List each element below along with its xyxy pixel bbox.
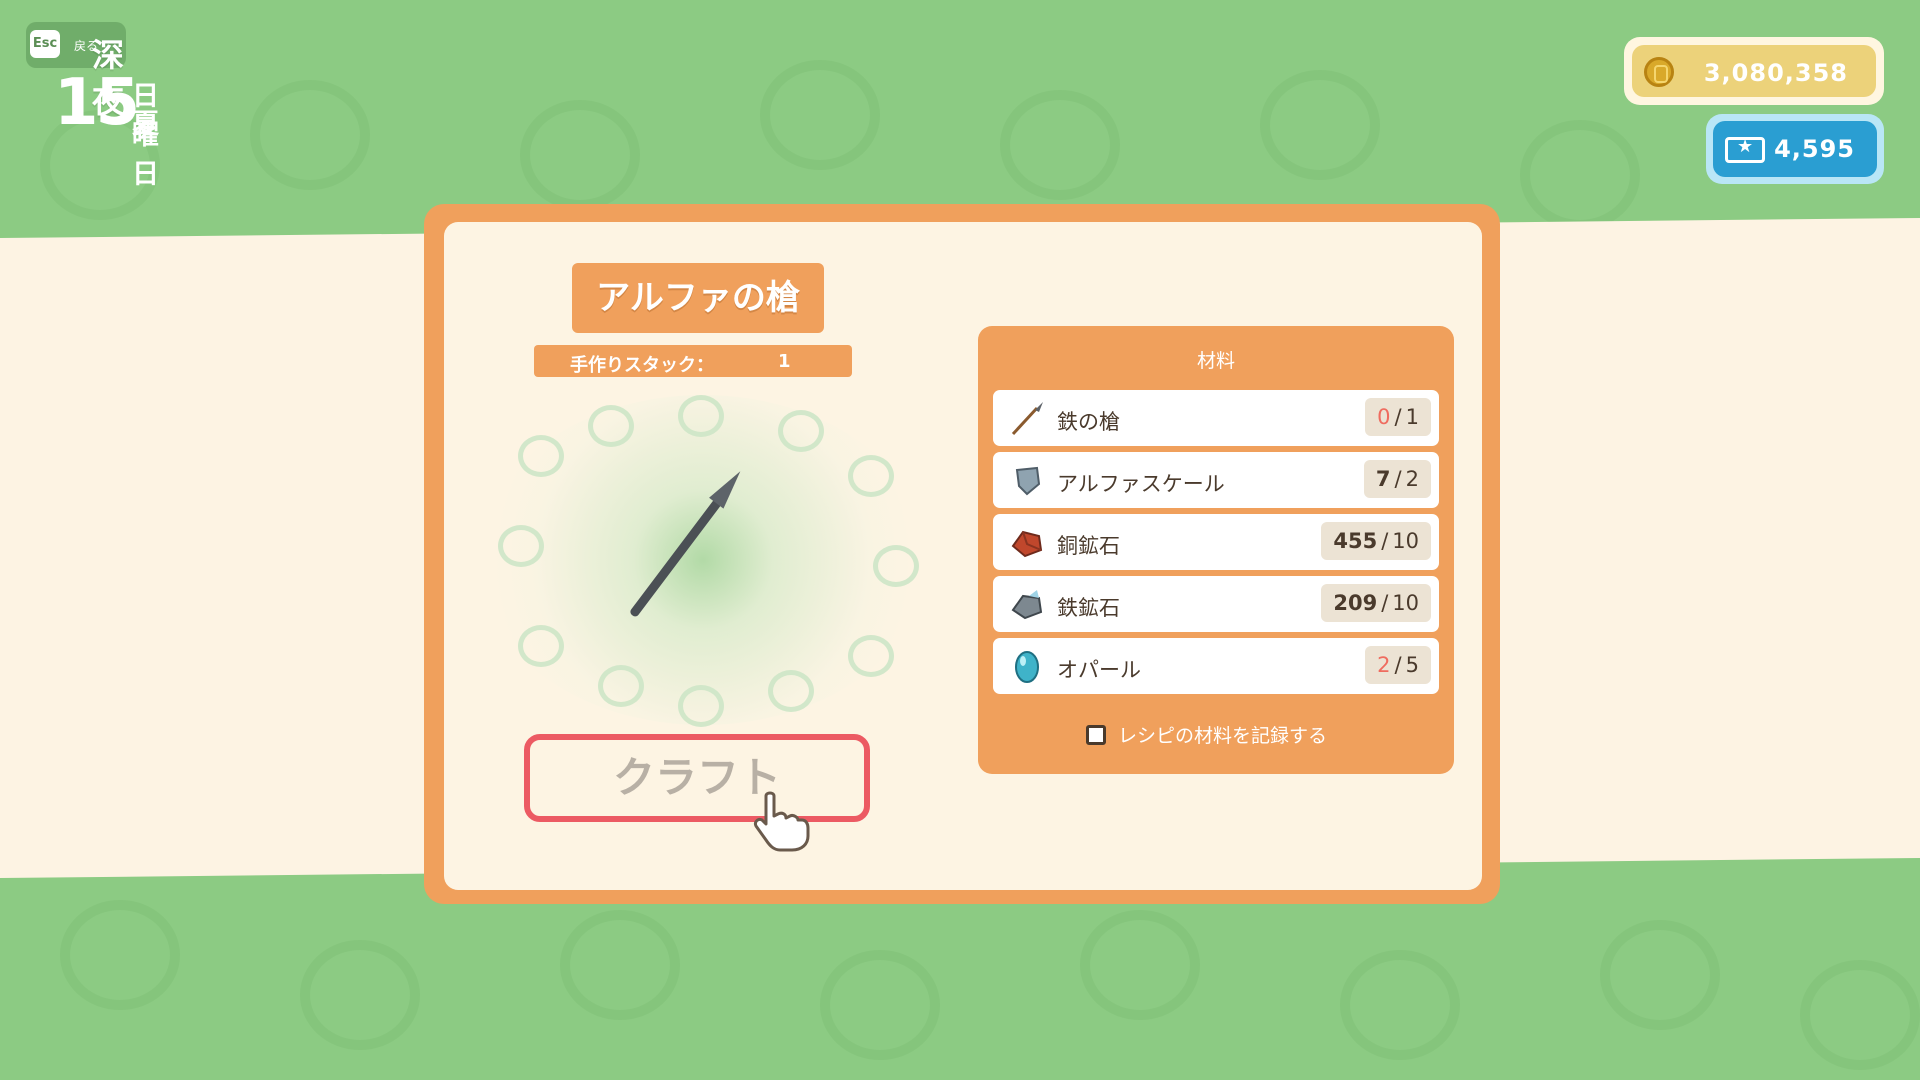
alpha-scale-icon: [1015, 466, 1041, 496]
gold-value: 3,080,358: [1703, 59, 1848, 87]
hand-cursor-icon: [754, 791, 810, 852]
ticket-value: 4,595: [1774, 135, 1855, 163]
gold-counter: 3,080,358: [1624, 37, 1884, 105]
craft-stack-bar: 手作りスタック： 1: [534, 345, 852, 377]
record-recipe-label: レシピの材料を記録する: [1118, 725, 1328, 747]
material-name: アルファスケール: [1057, 472, 1225, 496]
season: 夏: [132, 109, 159, 140]
material-row: 鉄の槍 0/1: [993, 390, 1439, 446]
material-count: 0/1: [1365, 398, 1431, 436]
material-name: 鉄の槍: [1057, 410, 1120, 434]
ticket-counter: 4,595: [1706, 114, 1884, 184]
material-row: アルファスケール 7/2: [993, 452, 1439, 508]
material-name: 銅鉱石: [1057, 534, 1120, 558]
day-number: 15: [54, 66, 140, 140]
material-count: 455/10: [1321, 522, 1431, 560]
stack-label: 手作りスタック：: [570, 355, 714, 376]
item-title: アルファの槍: [572, 263, 824, 333]
material-count: 2/5: [1365, 646, 1431, 684]
materials-header: 材料: [1196, 350, 1235, 372]
material-count: 209/10: [1321, 584, 1431, 622]
iron-spear-icon: [1011, 402, 1043, 436]
material-row: 鉄鉱石 209/10: [993, 576, 1439, 632]
esc-key-icon: Esc: [30, 30, 60, 58]
material-count: 7/2: [1363, 460, 1431, 498]
iron-ore-icon: [1011, 590, 1043, 620]
craft-button[interactable]: クラフト: [524, 734, 870, 822]
item-preview: [478, 395, 928, 727]
record-checkbox[interactable]: [1086, 725, 1106, 745]
opal-icon: [1015, 651, 1039, 683]
material-name: 鉄鉱石: [1057, 596, 1120, 620]
stack-value: 1: [778, 351, 791, 372]
coin-icon: [1644, 57, 1674, 87]
material-row: オパール 2/5: [993, 638, 1439, 694]
ticket-icon: [1725, 136, 1765, 163]
material-name: オパール: [1057, 658, 1141, 682]
copper-ore-icon: [1011, 530, 1043, 558]
material-row: 銅鉱石 455/10: [993, 514, 1439, 570]
